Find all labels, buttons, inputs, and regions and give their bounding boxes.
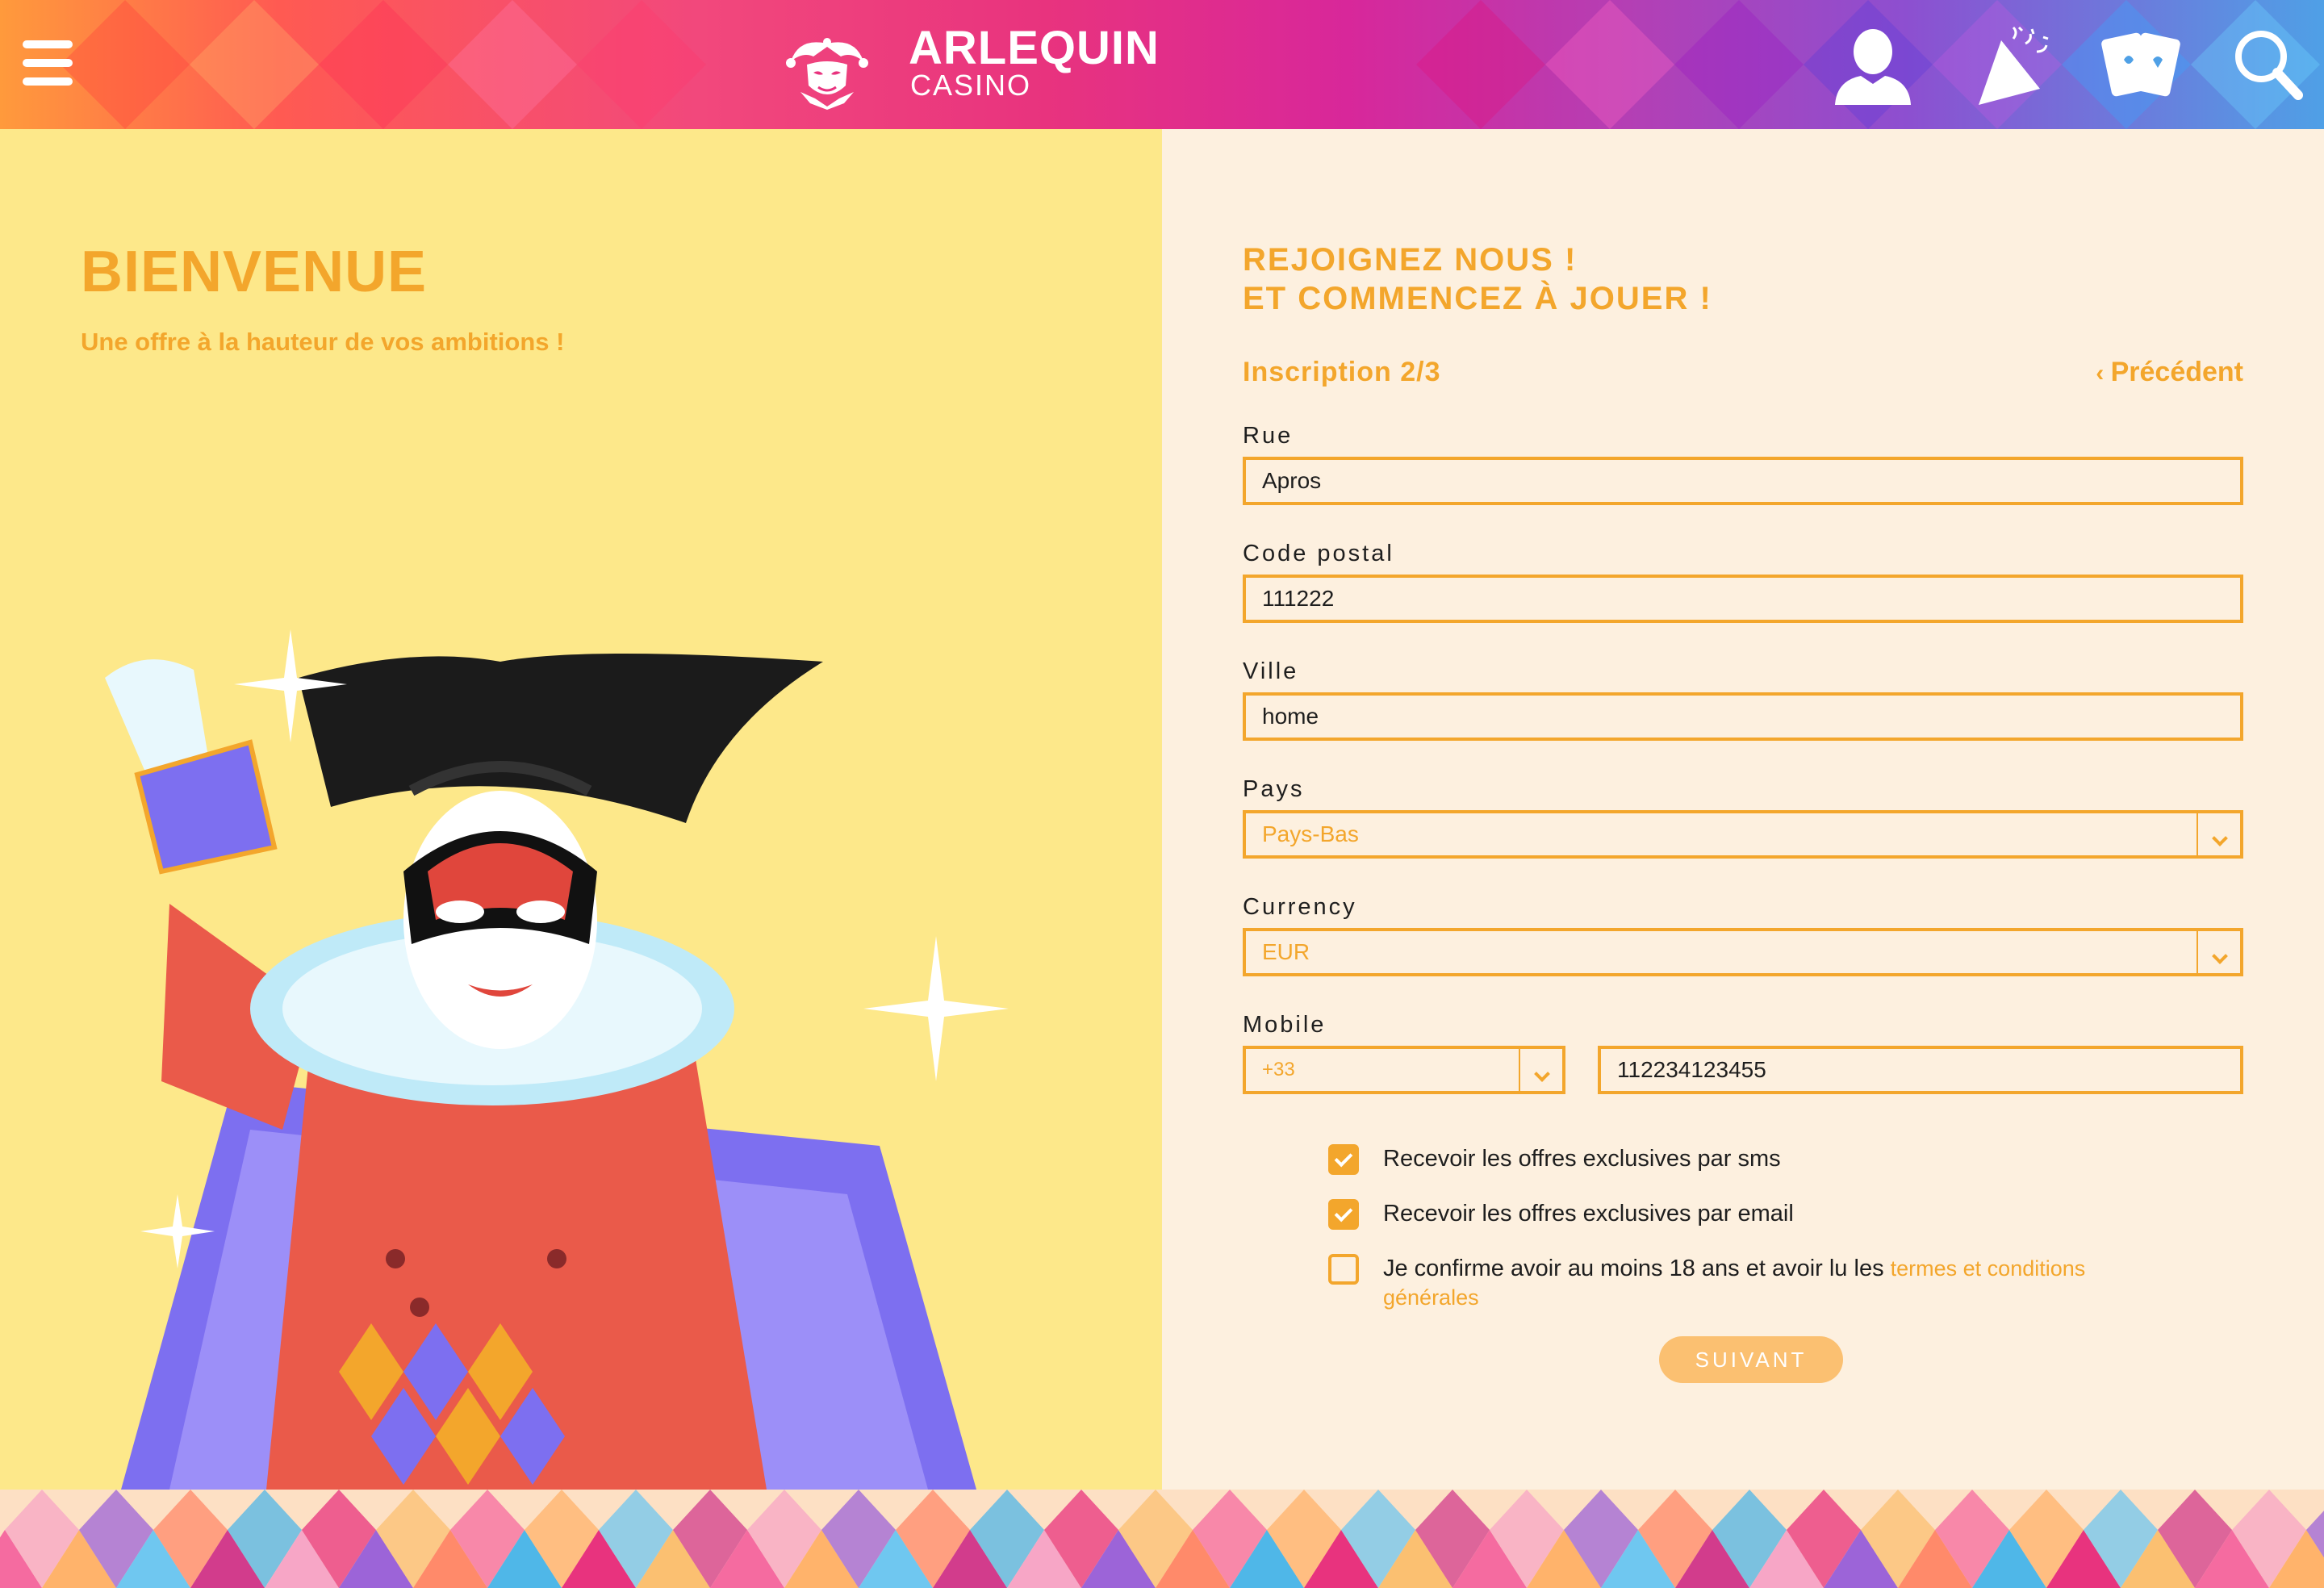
search-icon[interactable]: [2227, 24, 2316, 105]
logo-subtitle: CASINO: [910, 69, 1032, 102]
email-optin-checkbox[interactable]: [1328, 1199, 1359, 1230]
sms-optin-row: Recevoir les offres exclusives par sms: [1328, 1144, 2125, 1175]
cards-icon[interactable]: [2096, 24, 2185, 105]
terms-row: Je confirme avoir au moins 18 ans et avo…: [1328, 1254, 2125, 1312]
promotions-icon[interactable]: [1969, 24, 2058, 105]
chevron-left-icon: ‹: [2096, 360, 2111, 387]
phone-prefix-value: +33: [1262, 1059, 1295, 1080]
street-value: Apros: [1262, 468, 1322, 493]
terms-checkbox[interactable]: [1328, 1254, 1359, 1285]
welcome-subtitle: Une offre à la hauteur de vos ambitions …: [81, 328, 565, 356]
footer-pattern: [0, 1490, 2324, 1588]
previous-label: Précédent: [2110, 357, 2243, 387]
postal-code-input[interactable]: 111222: [1243, 575, 2243, 623]
currency-label: Currency: [1243, 894, 1357, 920]
harlequin-illustration: [105, 629, 1009, 1490]
email-optin-label: Recevoir les offres exclusives par email: [1383, 1201, 1794, 1227]
form-title-line1: REJOIGNEZ NOUS !: [1243, 242, 1578, 278]
street-input[interactable]: Apros: [1243, 457, 2243, 505]
next-button[interactable]: SUIVANT: [1659, 1336, 1843, 1383]
phone-prefix-select[interactable]: +33: [1243, 1046, 1565, 1094]
welcome-title: BIENVENUE: [81, 240, 428, 304]
chevron-down-icon[interactable]: [2197, 813, 2240, 855]
harlequin-footer-pattern: [0, 1490, 2324, 1588]
country-select[interactable]: Pays-Bas: [1243, 810, 2243, 859]
form-title: REJOIGNEZ NOUS ! ET COMMENCEZ À JOUER !: [1243, 240, 1712, 318]
mobile-number-input[interactable]: 112234123455: [1598, 1046, 2243, 1094]
postal-code-value: 111222: [1262, 586, 1335, 611]
logo-title: ARLEQUIN: [909, 22, 1160, 74]
email-optin-row: Recevoir les offres exclusives par email: [1328, 1199, 2125, 1230]
city-input[interactable]: home: [1243, 692, 2243, 741]
country-value: Pays-Bas: [1262, 821, 1359, 846]
chevron-down-icon[interactable]: [2197, 931, 2240, 973]
step-indicator: Inscription 2/3: [1243, 357, 1441, 387]
city-value: home: [1262, 704, 1319, 729]
logo[interactable]: ARLEQUIN CASINO: [783, 23, 1159, 110]
chevron-down-icon[interactable]: [1519, 1049, 1562, 1091]
terms-text: Je confirme avoir au moins 18 ans et avo…: [1383, 1256, 1891, 1281]
top-navigation-bar: ARLEQUIN CASINO: [0, 0, 2324, 129]
previous-link[interactable]: ‹ Précédent: [2096, 357, 2243, 388]
currency-select[interactable]: EUR: [1243, 928, 2243, 976]
mobile-number-value: 112234123455: [1617, 1057, 1766, 1082]
welcome-panel: BIENVENUE Une offre à la hauteur de vos …: [0, 129, 1162, 1490]
mobile-label: Mobile: [1243, 1012, 1327, 1038]
menu-icon[interactable]: [23, 40, 73, 86]
sms-optin-checkbox[interactable]: [1328, 1144, 1359, 1175]
country-label: Pays: [1243, 776, 1305, 802]
form-title-line2: ET COMMENCEZ À JOUER !: [1243, 281, 1712, 316]
user-icon[interactable]: [1829, 24, 1917, 105]
sms-optin-label: Recevoir les offres exclusives par sms: [1383, 1146, 1781, 1172]
postal-code-label: Code postal: [1243, 541, 1394, 566]
jester-logo-icon: [786, 38, 868, 110]
street-label: Rue: [1243, 423, 1294, 449]
terms-label: Je confirme avoir au moins 18 ans et avo…: [1383, 1254, 2125, 1312]
currency-value: EUR: [1262, 939, 1310, 964]
city-label: Ville: [1243, 658, 1299, 684]
